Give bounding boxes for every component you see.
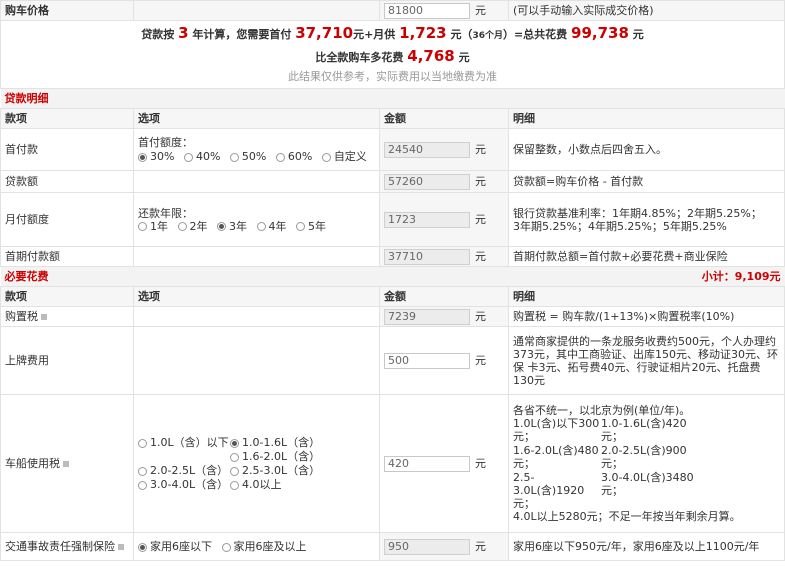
first-payment-row: 首期付款额 37710 元 首期付款总额=首付款+必要花费+商业保险	[0, 246, 785, 267]
radio-icon	[256, 222, 266, 231]
radio-icon	[221, 542, 231, 552]
down-payment-row: 首付款 首付额度： 30% 40% 50% 60% 自定义 24540 元 保留整…	[0, 128, 785, 171]
car-price-input[interactable]: 81800	[384, 2, 470, 19]
radio-icon	[229, 152, 239, 162]
radio-icon	[230, 438, 239, 448]
required-section-title: 必要花费	[0, 266, 509, 287]
years-option-1[interactable]: 1年	[138, 220, 168, 233]
extra-cost: 4,768	[407, 47, 455, 65]
vehicle-tax-options: 1.0L（含）以下 1.0-1.6L（含） 1.6-2.0L（含） 2.0-2.…	[138, 436, 375, 491]
car-price-hint: (可以手动输入实际成交价格)	[508, 0, 785, 21]
down-option-40[interactable]: 40%	[183, 150, 220, 163]
radio-icon	[230, 466, 239, 476]
down-option-custom[interactable]: 自定义	[321, 150, 367, 163]
years-option-3[interactable]: 3年	[217, 220, 247, 233]
down-payment-value: 24540	[384, 141, 470, 158]
down-payment-total: 37,710	[295, 24, 354, 42]
radio-icon	[321, 152, 331, 162]
help-icon[interactable]	[118, 544, 124, 550]
years-option-2[interactable]: 2年	[177, 220, 208, 233]
monthly-payment: 1,723	[399, 24, 447, 42]
purchase-tax-value: 7239	[384, 308, 470, 325]
monthly-value: 1723	[384, 211, 470, 228]
summary-row: 贷款按 3 年计算，您需要首付 37,710元+月供 1,723 元（36个月）…	[0, 20, 785, 89]
help-icon[interactable]	[41, 314, 47, 320]
loan-years: 3	[178, 24, 189, 42]
cc-option-1[interactable]: 1.0L（含）以下	[138, 436, 230, 449]
vehicle-tax-row: 车船使用税 1.0L（含）以下 1.0-1.6L（含） 1.6-2.0L（含） …	[0, 394, 785, 533]
plate-fee-input[interactable]: 500	[384, 352, 470, 369]
cc-option-5[interactable]: 3.0-4.0L（含）	[138, 478, 230, 491]
car-price-label: 购车价格	[0, 0, 134, 21]
radio-icon	[138, 466, 147, 476]
cc-option-2[interactable]: 1.0-1.6L（含）	[230, 436, 322, 449]
down-option-60[interactable]: 60%	[275, 150, 312, 163]
radio-icon	[183, 152, 193, 162]
help-icon[interactable]	[63, 461, 69, 467]
vehicle-tax-input[interactable]: 420	[384, 455, 470, 472]
required-subtotal: 小计：9,109元	[508, 266, 785, 287]
seat-option-under6[interactable]: 家用6座以下	[138, 540, 212, 553]
summary-line-2: 比全款购车多花费 4,768 元	[315, 47, 470, 65]
calculator-table: 购车价格 81800 元 (可以手动输入实际成交价格) 贷款按 3 年计算，您需要…	[0, 0, 785, 561]
insurance-value: 950	[384, 538, 470, 555]
loan-section-header: 贷款明细	[0, 88, 785, 109]
radio-icon	[230, 480, 239, 490]
loan-column-headers: 款项 选项 金额 明细	[0, 108, 785, 129]
radio-icon	[296, 222, 305, 231]
cc-option-3[interactable]: 2.0-2.5L（含）	[138, 464, 230, 477]
radio-icon	[217, 222, 226, 231]
radio-icon	[275, 152, 285, 162]
summary-line-1: 贷款按 3 年计算，您需要首付 37,710元+月供 1,723 元（36个月）…	[141, 24, 644, 42]
radio-icon	[177, 222, 187, 231]
seat-option-6plus[interactable]: 家用6座及以上	[221, 540, 307, 553]
purchase-tax-row: 购置税 7239 元 购置税 = 购车款/(1+13%)×购置税率(10%)	[0, 306, 785, 327]
loan-amount-value: 57260	[384, 173, 470, 190]
radio-icon	[138, 480, 147, 490]
car-price-row: 购车价格 81800 元 (可以手动输入实际成交价格)	[0, 0, 785, 21]
years-option-4[interactable]: 4年	[256, 220, 287, 233]
down-option-50[interactable]: 50%	[229, 150, 266, 163]
loan-section-title: 贷款明细	[0, 88, 785, 109]
radio-icon	[138, 542, 147, 552]
radio-icon	[230, 452, 239, 462]
required-column-headers: 款项 选项 金额 明细	[0, 286, 785, 307]
years-option-5[interactable]: 5年	[296, 220, 326, 233]
monthly-row: 月付额度 还款年限： 1年 2年 3年 4年 5年 1723 元 银行贷款基准利率…	[0, 192, 785, 247]
insurance-row: 交通事故责任强制保险 家用6座以下 家用6座及以上 950 元 家用6座以下950…	[0, 532, 785, 561]
cc-option-6[interactable]: 2.5-3.0L（含）	[230, 464, 322, 477]
radio-icon	[138, 222, 147, 231]
required-section-header: 必要花费 小计：9,109元	[0, 266, 785, 287]
cc-option-4[interactable]: 1.6-2.0L（含）	[230, 450, 322, 463]
total-cost: 99,738	[571, 24, 629, 42]
summary-note: 此结果仅供参考，实际费用以当地缴费为准	[288, 70, 497, 83]
first-payment-value: 37710	[384, 248, 470, 265]
cc-option-7[interactable]: 4.0以上	[230, 478, 322, 491]
radio-icon	[138, 438, 147, 448]
radio-icon	[138, 152, 147, 162]
loan-amount-row: 贷款额 57260 元 贷款额=购车价格 - 首付款	[0, 170, 785, 193]
down-option-30[interactable]: 30%	[138, 150, 174, 163]
plate-fee-row: 上牌费用 500 元 通常商家提供的一条龙服务收费约500元，个人办理约 373元…	[0, 326, 785, 395]
